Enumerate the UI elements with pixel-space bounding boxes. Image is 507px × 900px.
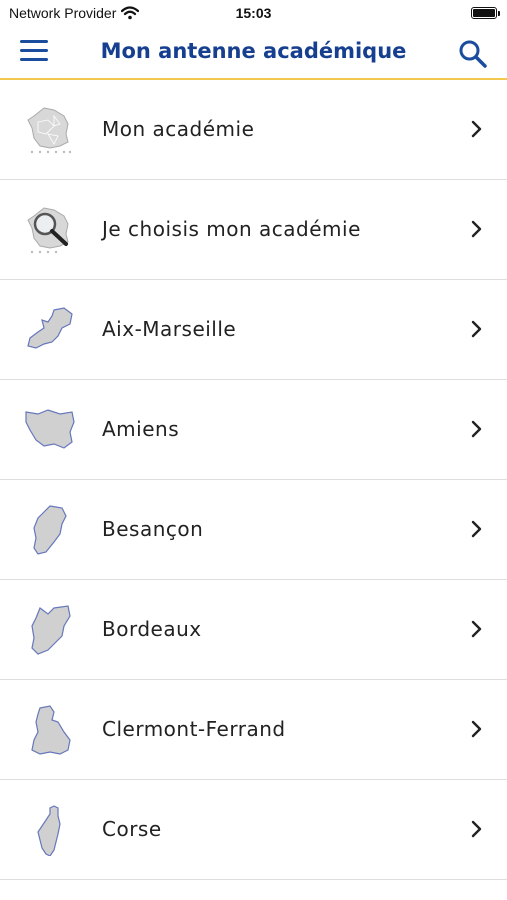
chevron-right-icon xyxy=(471,620,482,638)
aix-marseille-map-icon xyxy=(27,307,73,349)
amiens-map-icon xyxy=(25,409,75,449)
list-item-label: Aix-Marseille xyxy=(102,317,237,341)
search-icon[interactable] xyxy=(457,38,489,70)
chevron-right-icon xyxy=(471,520,482,538)
chevron-right-icon xyxy=(471,720,482,738)
france-map-magnifier-icon xyxy=(27,207,69,254)
list-item-label: Clermont-Ferrand xyxy=(102,717,286,741)
academy-list: Mon académie Je choisis mon académie Aix… xyxy=(0,80,507,880)
chevron-right-icon xyxy=(471,420,482,438)
list-item[interactable]: Mon académie xyxy=(0,80,507,180)
list-item[interactable]: Clermont-Ferrand xyxy=(0,680,507,780)
list-item-label: Mon académie xyxy=(102,117,255,141)
list-item-label: Besançon xyxy=(102,517,204,541)
nav-bar: Mon antenne académique xyxy=(0,28,507,80)
corse-map-icon xyxy=(37,805,61,856)
battery-icon xyxy=(471,7,500,19)
status-bar: Network Provider 15:03 xyxy=(0,0,507,28)
chevron-right-icon xyxy=(471,820,482,838)
list-item-label: Corse xyxy=(102,817,162,841)
clermont-ferrand-map-icon xyxy=(31,705,71,755)
france-map-icon xyxy=(27,107,72,154)
list-item-label: Amiens xyxy=(102,417,180,441)
list-item-label: Bordeaux xyxy=(102,617,202,641)
status-time: 15:03 xyxy=(235,5,272,21)
bordeaux-map-icon xyxy=(31,605,71,655)
besancon-map-icon xyxy=(33,505,67,555)
list-item[interactable]: Aix-Marseille xyxy=(0,280,507,380)
chevron-right-icon xyxy=(471,220,482,238)
list-item-label: Je choisis mon académie xyxy=(102,217,361,241)
list-item[interactable]: Amiens xyxy=(0,380,507,480)
list-item[interactable]: Besançon xyxy=(0,480,507,580)
list-item[interactable]: Je choisis mon académie xyxy=(0,180,507,280)
list-item[interactable]: Corse xyxy=(0,780,507,880)
chevron-right-icon xyxy=(471,120,482,138)
list-item[interactable]: Bordeaux xyxy=(0,580,507,680)
page-title: Mon antenne académique xyxy=(100,39,407,63)
chevron-right-icon xyxy=(471,320,482,338)
